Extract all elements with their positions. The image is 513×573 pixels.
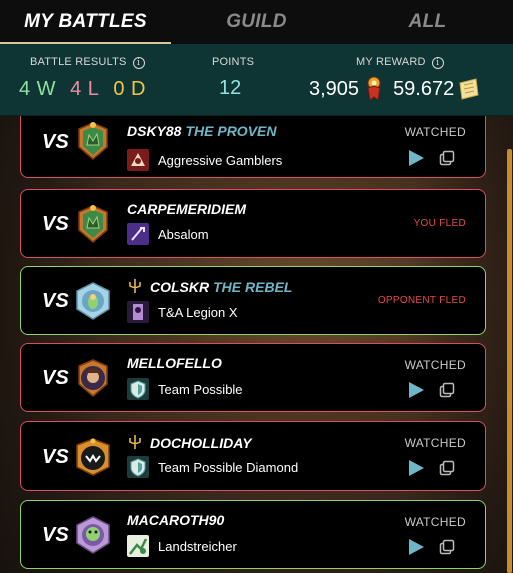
opponent-avatar <box>78 205 108 243</box>
guild-line: T&A Legion X <box>127 301 238 323</box>
guild-line: Absalom <box>127 223 209 245</box>
battle-actions <box>407 459 455 477</box>
info-icon[interactable]: i <box>132 57 145 69</box>
vs-label: VS <box>42 131 69 153</box>
battle-actions <box>407 149 455 167</box>
guild-line: Landstreicher <box>127 535 237 557</box>
opponent-name-line: COLSKR THE REBEL <box>127 278 292 295</box>
opponent-avatar <box>76 438 110 476</box>
points-value: 12 <box>219 77 242 99</box>
rank-trident-icon <box>129 435 141 449</box>
scrollbar[interactable] <box>507 149 512 573</box>
opponent-name-line: CARPEMERIDIEM <box>127 201 246 217</box>
battle-card[interactable]: VS DSKY88 THE PROVEN Aggressive Gamblers … <box>20 116 486 178</box>
opponent-name-line: DSKY88 THE PROVEN <box>127 123 276 139</box>
dec-token-icon <box>367 76 381 101</box>
battle-card[interactable]: VS MACAROTH90 Landstreicher WATCHED <box>20 500 486 569</box>
opponent-avatar <box>78 359 108 397</box>
copy-icon[interactable] <box>439 150 455 166</box>
rank-trident-icon <box>129 279 141 293</box>
opponent-name[interactable]: MACAROTH90 <box>127 512 224 528</box>
draws-count: 0 D <box>113 78 146 100</box>
reward-dec-amount: 3,905 <box>309 77 360 100</box>
guild-name[interactable]: Absalom <box>158 227 209 242</box>
vs-label: VS <box>42 524 69 546</box>
opponent-avatar <box>76 516 110 554</box>
guild-crest-icon <box>127 535 149 557</box>
battle-status: OPPONENT FLED <box>377 295 466 306</box>
battle-status: WATCHED <box>404 125 466 139</box>
tab-all[interactable]: ALL <box>342 0 513 44</box>
guild-crest-icon <box>127 456 149 478</box>
guild-line: Aggressive Gamblers <box>127 149 282 171</box>
sps-token-icon <box>459 78 479 100</box>
play-icon[interactable] <box>407 538 425 556</box>
opponent-name-line: MELLOFELLO <box>127 355 222 371</box>
battle-results-header: BATTLE RESULTS i <box>30 56 145 69</box>
guild-crest-icon <box>127 378 149 400</box>
guild-name[interactable]: Aggressive Gamblers <box>158 153 282 168</box>
wins-count: 4 W <box>19 78 57 100</box>
points-label: POINTS <box>212 56 255 68</box>
guild-name[interactable]: Team Possible Diamond <box>158 460 298 475</box>
battle-card[interactable]: VS COLSKR THE REBEL T&A Legion X OPPONENT… <box>20 266 486 335</box>
guild-crest-icon <box>127 223 149 245</box>
battle-status: WATCHED <box>404 515 466 529</box>
guild-name[interactable]: T&A Legion X <box>158 305 238 320</box>
opponent-name[interactable]: DSKY88 <box>127 123 181 139</box>
tab-my-battles[interactable]: MY BATTLES <box>0 0 171 44</box>
reward-row: 3,905 59.672 <box>309 76 480 102</box>
opponent-name[interactable]: COLSKR <box>150 279 209 295</box>
guild-name[interactable]: Team Possible <box>158 382 243 397</box>
battle-summary: BATTLE RESULTS i POINTS MY REWARD i 4 W 4 L… <box>0 44 513 116</box>
copy-icon[interactable] <box>439 460 455 476</box>
opponent-name-line: MACAROTH90 <box>127 512 224 528</box>
my-reward-label: MY REWARD <box>356 56 426 68</box>
vs-label: VS <box>42 290 69 312</box>
guild-crest-icon <box>127 301 149 323</box>
vs-label: VS <box>42 213 69 235</box>
guild-line: Team Possible <box>127 378 243 400</box>
guild-name[interactable]: Landstreicher <box>158 539 237 554</box>
battle-card[interactable]: VS MELLOFELLO Team Possible WATCHED <box>20 343 486 412</box>
opponent-name[interactable]: MELLOFELLO <box>127 355 222 371</box>
play-icon[interactable] <box>407 381 425 399</box>
losses-count: 4 L <box>70 78 100 100</box>
opponent-title: THE PROVEN <box>185 123 277 139</box>
tab-guild[interactable]: GUILD <box>171 0 342 44</box>
opponent-name[interactable]: CARPEMERIDIEM <box>127 201 246 217</box>
battle-card[interactable]: VS DOCHOLLIDAY Team Possible Diamond WAT… <box>20 421 486 491</box>
vs-label: VS <box>42 367 69 389</box>
copy-icon[interactable] <box>439 539 455 555</box>
battle-actions <box>407 538 455 556</box>
vs-label: VS <box>42 446 69 468</box>
opponent-name[interactable]: DOCHOLLIDAY <box>150 435 252 451</box>
reward-sps-amount: 59.672 <box>393 77 455 100</box>
battle-card[interactable]: VS CARPEMERIDIEM Absalom YOU FLED <box>20 189 486 258</box>
battle-results-label: BATTLE RESULTS <box>30 56 127 68</box>
my-reward-header: MY REWARD i <box>356 56 444 69</box>
battle-status: WATCHED <box>404 436 466 450</box>
battle-tabs: MY BATTLES GUILD ALL <box>0 0 513 44</box>
battle-results: 4 W 4 L 0 D <box>19 78 160 101</box>
info-icon[interactable]: i <box>431 57 444 69</box>
battle-actions <box>407 381 455 399</box>
battle-list: VS DSKY88 THE PROVEN Aggressive Gamblers … <box>0 116 513 573</box>
copy-icon[interactable] <box>439 382 455 398</box>
guild-line: Team Possible Diamond <box>127 456 298 478</box>
opponent-avatar <box>78 122 108 160</box>
play-icon[interactable] <box>407 459 425 477</box>
guild-crest-icon <box>127 149 149 171</box>
play-icon[interactable] <box>407 149 425 167</box>
opponent-avatar <box>76 282 110 320</box>
battle-status: YOU FLED <box>413 218 466 229</box>
opponent-title: THE REBEL <box>213 279 293 295</box>
opponent-name-line: DOCHOLLIDAY <box>127 434 252 451</box>
battle-status: WATCHED <box>404 358 466 372</box>
